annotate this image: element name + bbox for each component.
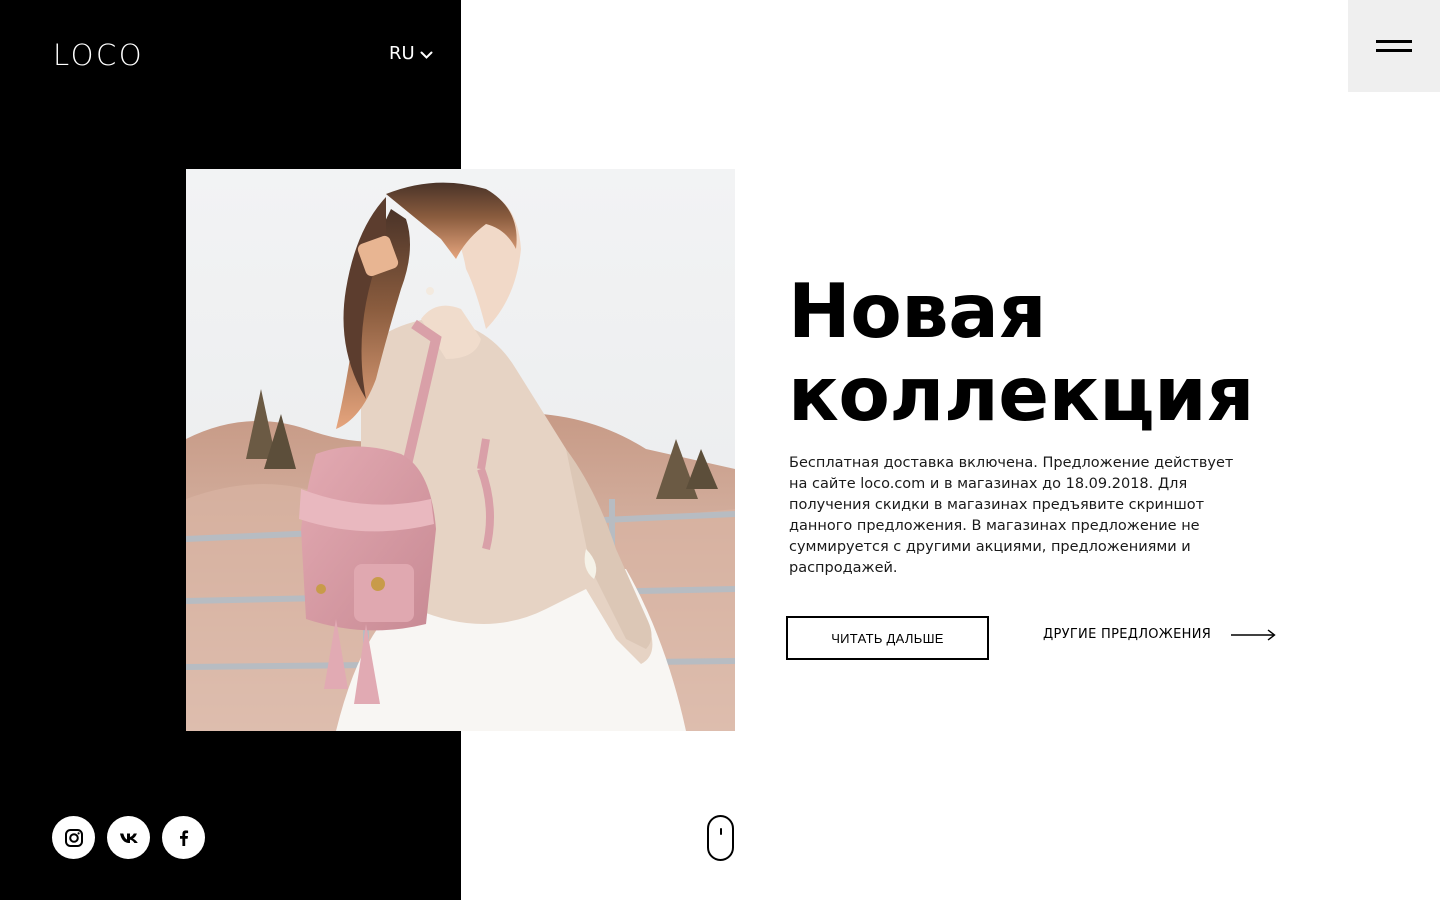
hero-title: Новая коллекция (788, 270, 1348, 436)
vk-icon (119, 833, 138, 843)
instagram-icon (64, 828, 83, 847)
hero-title-line-2: коллекция (788, 350, 1254, 438)
hero-description: Бесплатная доставка включена. Предложени… (789, 455, 1234, 576)
mouse-wheel (720, 828, 722, 835)
social-links (52, 816, 205, 859)
mouse-scroll-icon[interactable] (707, 815, 734, 861)
hero-photo-illustration (186, 169, 735, 731)
hamburger-menu-icon (1376, 40, 1412, 43)
facebook-icon (179, 829, 188, 846)
facebook-button[interactable] (162, 816, 205, 859)
instagram-button[interactable] (52, 816, 95, 859)
hero-title-line-1: Новая (788, 267, 1047, 355)
vk-button[interactable] (107, 816, 150, 859)
arrow-right-icon (1231, 628, 1276, 641)
hamburger-menu-icon-line (1376, 49, 1412, 52)
brand-logo[interactable]: LOCO (53, 38, 144, 72)
language-code: RU (389, 43, 415, 64)
read-more-button[interactable]: ЧИТАТЬ ДАЛЬШЕ (786, 616, 989, 660)
chevron-down-icon (420, 51, 433, 59)
hamburger-menu-button[interactable] (1348, 0, 1440, 92)
language-selector[interactable]: RU (389, 43, 433, 64)
hero-photo (186, 169, 735, 731)
other-offers-link[interactable]: ДРУГИЕ ПРЕДЛОЖЕНИЯ (1043, 627, 1276, 642)
other-offers-label: ДРУГИЕ ПРЕДЛОЖЕНИЯ (1043, 627, 1212, 642)
